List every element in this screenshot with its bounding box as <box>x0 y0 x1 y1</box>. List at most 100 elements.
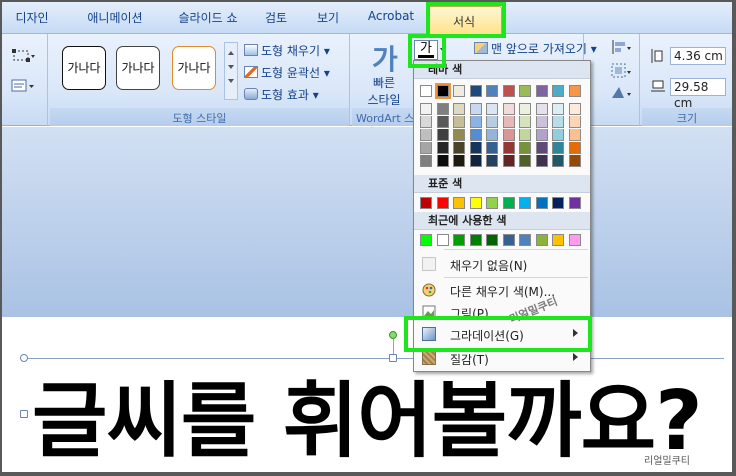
theme-color-swatch[interactable] <box>502 85 515 97</box>
recent-color-swatch[interactable] <box>568 234 581 246</box>
theme-shade-swatch[interactable] <box>535 129 548 141</box>
bring-to-front-button[interactable]: 맨 앞으로 가져오기 ▾ <box>474 40 597 57</box>
tab-design[interactable]: 디자인 <box>10 9 54 29</box>
resize-handle-top-left[interactable] <box>20 354 28 362</box>
theme-shade-swatch[interactable] <box>453 103 465 115</box>
theme-shade-swatch[interactable] <box>519 116 531 128</box>
theme-shade-swatch[interactable] <box>535 142 548 154</box>
theme-shade-swatch[interactable] <box>535 116 548 128</box>
shape-fill-button[interactable]: 도형 채우기 ▾ <box>244 42 330 59</box>
theme-shade-swatch[interactable] <box>502 103 515 115</box>
standard-color-swatch[interactable] <box>568 197 581 209</box>
tab-view[interactable]: 보기 <box>308 9 348 29</box>
resize-handle-left[interactable] <box>20 410 28 418</box>
theme-color-swatch[interactable] <box>535 85 548 97</box>
recent-color-swatch[interactable] <box>535 234 548 246</box>
theme-color-swatch[interactable] <box>420 85 432 97</box>
theme-shade-swatch[interactable] <box>552 103 564 115</box>
theme-shade-swatch[interactable] <box>420 142 432 154</box>
theme-shade-swatch[interactable] <box>436 129 449 141</box>
theme-shade-swatch[interactable] <box>469 116 482 128</box>
theme-shade-swatch[interactable] <box>436 142 449 154</box>
theme-color-swatch[interactable] <box>486 85 498 97</box>
shape-outline-button[interactable]: 도형 윤곽선 ▾ <box>244 64 330 81</box>
standard-color-swatch[interactable] <box>486 197 498 209</box>
standard-color-swatch[interactable] <box>469 197 482 209</box>
theme-shade-swatch[interactable] <box>453 116 465 128</box>
theme-color-swatch[interactable] <box>568 85 581 97</box>
standard-color-swatch[interactable] <box>436 197 449 209</box>
tab-animation[interactable]: 애니메이션 <box>78 9 152 29</box>
theme-color-swatch[interactable] <box>519 85 531 97</box>
theme-shade-swatch[interactable] <box>420 155 432 167</box>
theme-color-swatch[interactable] <box>469 85 482 97</box>
theme-shade-swatch[interactable] <box>502 116 515 128</box>
recent-color-swatch[interactable] <box>453 234 465 246</box>
tab-slideshow[interactable]: 슬라이드 쇼 <box>164 9 252 29</box>
shape-width-input[interactable]: 29.58 cm <box>670 78 726 110</box>
more-fill-colors-item[interactable]: 다른 채우기 색(M)... <box>414 279 590 301</box>
theme-shade-swatch[interactable] <box>486 142 498 154</box>
edit-shape-icon[interactable] <box>10 48 36 64</box>
theme-shade-swatch[interactable] <box>420 129 432 141</box>
theme-shade-swatch[interactable] <box>486 129 498 141</box>
theme-shade-swatch[interactable] <box>519 142 531 154</box>
theme-color-swatch[interactable] <box>434 83 451 99</box>
theme-shade-swatch[interactable] <box>552 142 564 154</box>
theme-shade-swatch[interactable] <box>486 116 498 128</box>
theme-shade-swatch[interactable] <box>469 142 482 154</box>
theme-shade-swatch[interactable] <box>552 155 564 167</box>
theme-shade-swatch[interactable] <box>486 103 498 115</box>
theme-shade-swatch[interactable] <box>519 103 531 115</box>
shape-style-preview-orange[interactable]: 가나다 <box>172 46 216 90</box>
theme-shade-swatch[interactable] <box>519 155 531 167</box>
theme-shade-swatch[interactable] <box>453 129 465 141</box>
theme-color-swatch[interactable] <box>453 85 465 97</box>
standard-color-swatch[interactable] <box>453 197 465 209</box>
theme-shade-swatch[interactable] <box>420 116 432 128</box>
theme-shade-swatch[interactable] <box>436 155 449 167</box>
shape-style-preview-black[interactable]: 가나다 <box>62 46 106 90</box>
theme-shade-swatch[interactable] <box>552 129 564 141</box>
theme-shade-swatch[interactable] <box>469 129 482 141</box>
recent-color-swatch[interactable] <box>420 234 432 246</box>
theme-shade-swatch[interactable] <box>436 103 449 115</box>
standard-color-swatch[interactable] <box>502 197 515 209</box>
no-fill-item[interactable]: 채우기 없음(N) <box>414 253 590 275</box>
tab-review[interactable]: 검토 <box>256 9 296 29</box>
recent-color-swatch[interactable] <box>469 234 482 246</box>
textbox-icon[interactable] <box>10 78 36 94</box>
theme-shade-swatch[interactable] <box>552 116 564 128</box>
theme-shade-swatch[interactable] <box>502 155 515 167</box>
theme-shade-swatch[interactable] <box>568 129 581 141</box>
slide-headline-text[interactable]: 글씨를 휘어볼까요? <box>32 354 703 472</box>
theme-shade-swatch[interactable] <box>420 103 432 115</box>
standard-color-swatch[interactable] <box>519 197 531 209</box>
theme-shade-swatch[interactable] <box>469 103 482 115</box>
theme-shade-swatch[interactable] <box>502 142 515 154</box>
theme-shade-swatch[interactable] <box>453 155 465 167</box>
theme-shade-swatch[interactable] <box>486 155 498 167</box>
theme-shade-swatch[interactable] <box>469 155 482 167</box>
theme-shade-swatch[interactable] <box>535 103 548 115</box>
shape-style-preview-gray[interactable]: 가나다 <box>116 46 160 90</box>
theme-shade-swatch[interactable] <box>568 116 581 128</box>
theme-shade-swatch[interactable] <box>568 142 581 154</box>
rotation-handle[interactable] <box>389 331 397 339</box>
tab-acrobat[interactable]: Acrobat <box>362 9 420 29</box>
standard-color-swatch[interactable] <box>420 197 432 209</box>
theme-color-swatch[interactable] <box>552 85 564 97</box>
standard-color-swatch[interactable] <box>535 197 548 209</box>
theme-shade-swatch[interactable] <box>436 116 449 128</box>
recent-color-swatch[interactable] <box>486 234 498 246</box>
theme-shade-swatch[interactable] <box>568 103 581 115</box>
theme-shade-swatch[interactable] <box>519 129 531 141</box>
theme-shade-swatch[interactable] <box>502 129 515 141</box>
quick-styles-button[interactable]: 빠른 스타일 <box>362 74 406 108</box>
style-gallery-scroll[interactable] <box>224 42 238 100</box>
standard-color-swatch[interactable] <box>552 197 564 209</box>
recent-color-swatch[interactable] <box>519 234 531 246</box>
recent-color-swatch[interactable] <box>436 234 449 246</box>
recent-color-swatch[interactable] <box>502 234 515 246</box>
shape-height-input[interactable]: 4.36 cm <box>670 47 726 65</box>
